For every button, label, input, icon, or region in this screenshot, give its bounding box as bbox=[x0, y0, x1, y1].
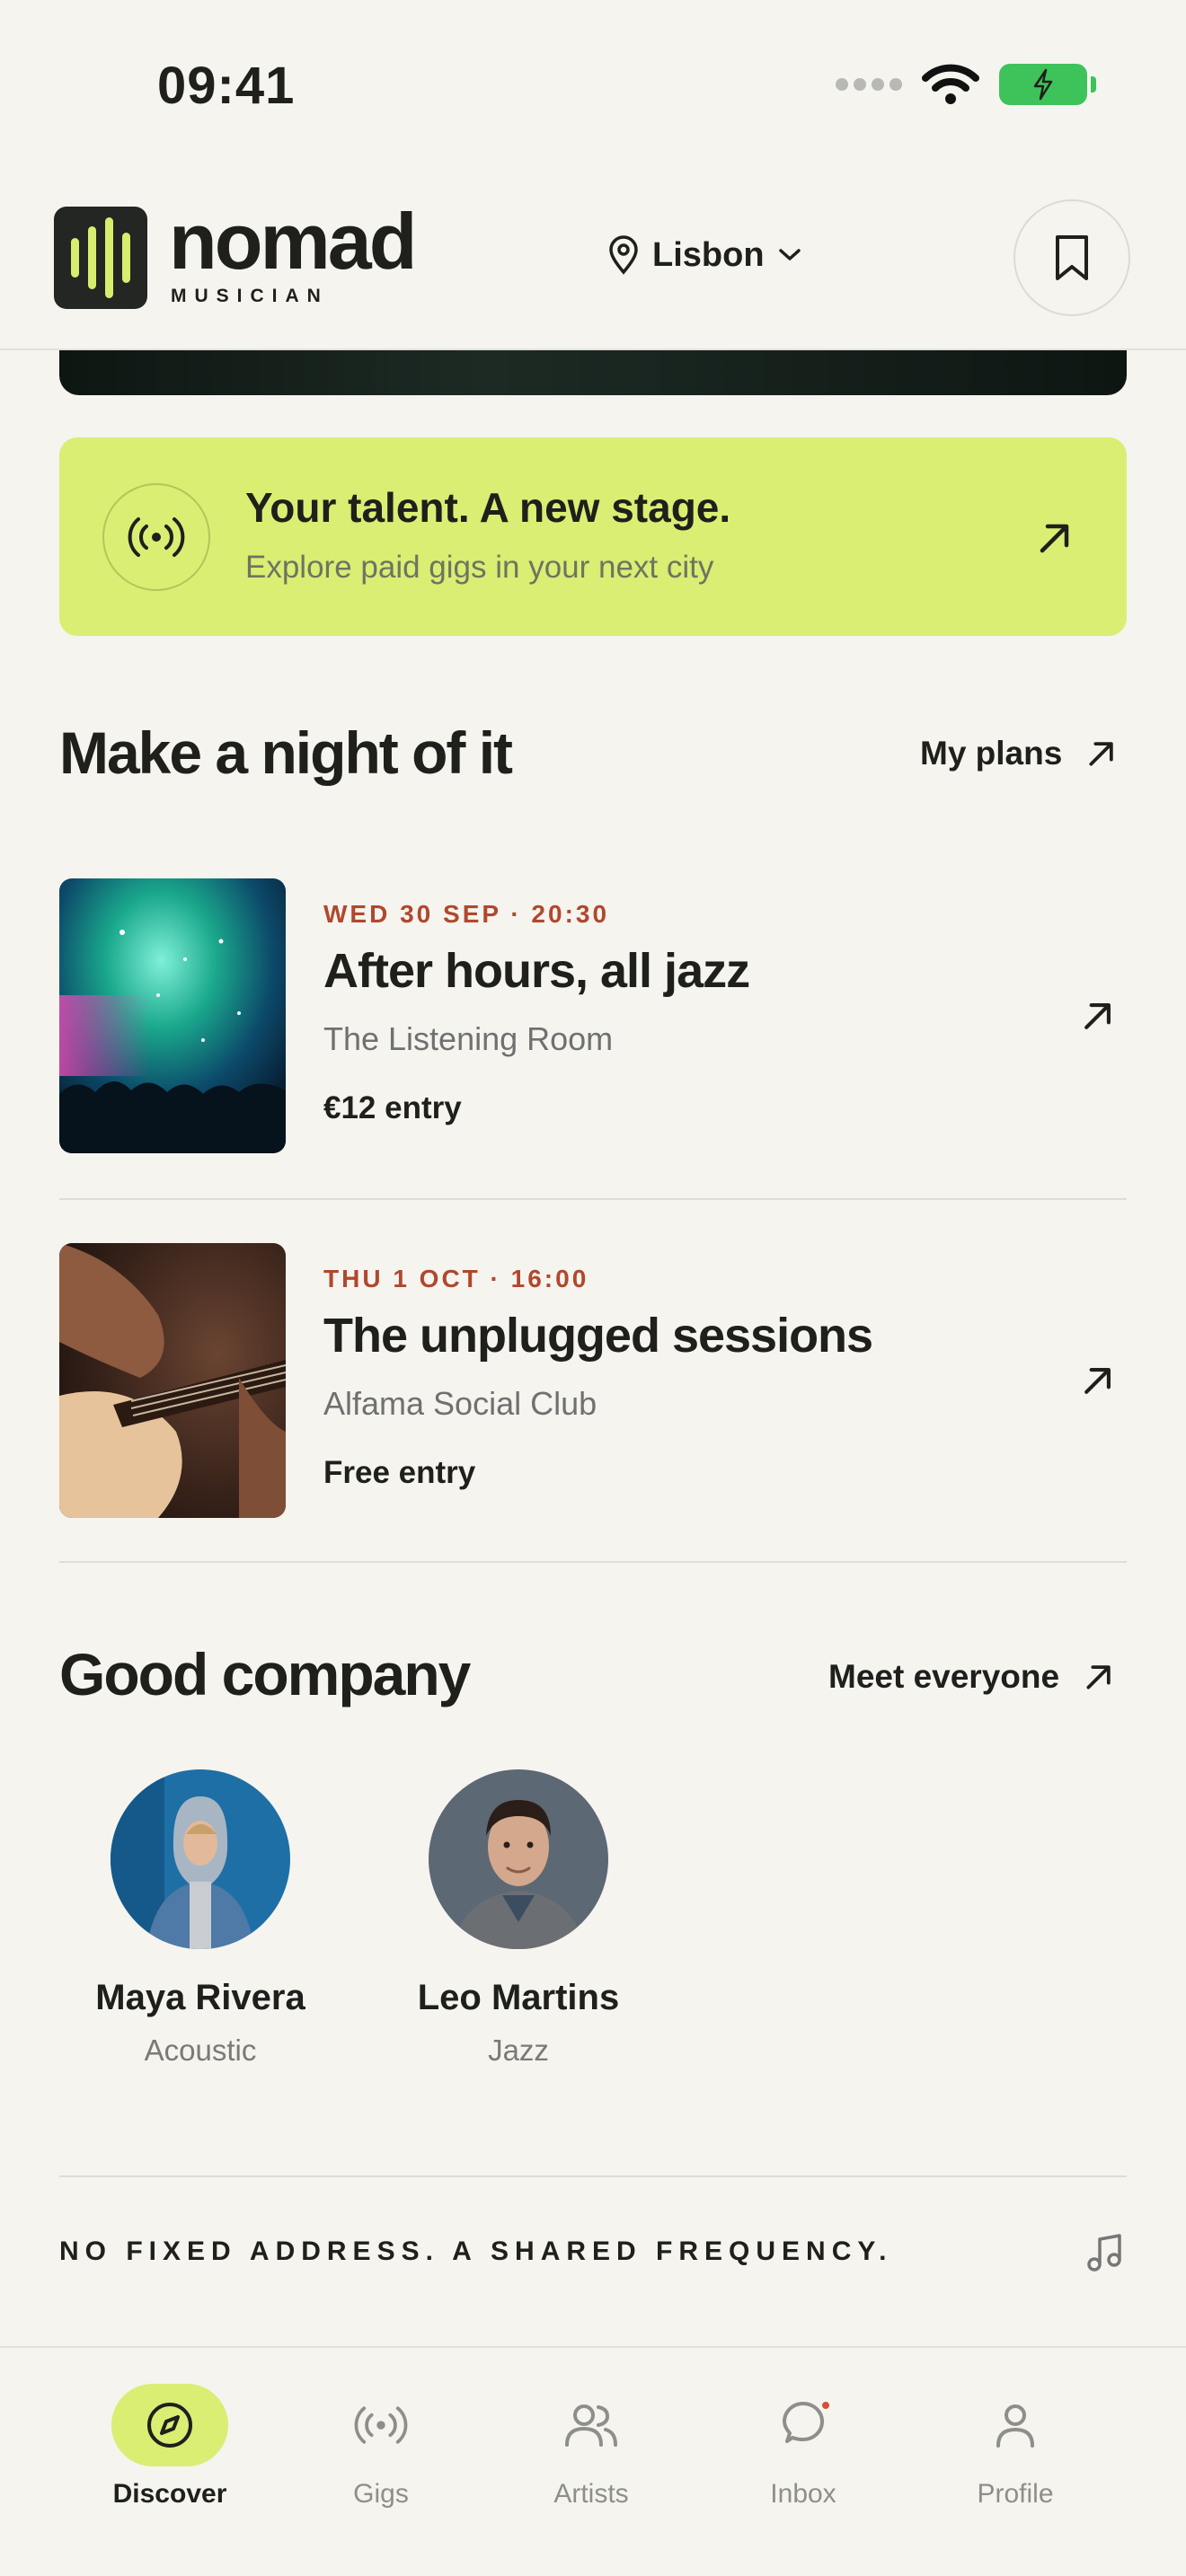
brand-subtitle: MUSICIAN bbox=[171, 286, 329, 306]
arrow-up-right-icon bbox=[1040, 524, 1069, 553]
bottom-nav: Discover Gigs Artists Inbox Profile bbox=[0, 2346, 1186, 2576]
bookmark-button[interactable] bbox=[1013, 199, 1130, 316]
logo-icon bbox=[54, 207, 147, 309]
user-icon bbox=[957, 2384, 1074, 2466]
tagline: NO FIXED ADDRESS. A SHARED FREQUENCY. bbox=[59, 2236, 893, 2266]
event-price: €12 entry bbox=[323, 1090, 462, 1125]
arrow-up-right-icon bbox=[1089, 742, 1114, 766]
status-icons bbox=[836, 63, 1096, 106]
nav-item-inbox[interactable]: Inbox bbox=[713, 2384, 893, 2510]
nav-label: Discover bbox=[112, 2479, 227, 2509]
meet-everyone-label: Meet everyone bbox=[828, 1658, 1060, 1695]
compass-icon bbox=[111, 2384, 228, 2466]
music-note-icon bbox=[1087, 2234, 1121, 2272]
event-card[interactable]: WED 30 SEP · 20:30 After hours, all jazz… bbox=[59, 878, 1127, 1153]
bookmark-icon bbox=[1056, 235, 1088, 280]
promo-banner[interactable] bbox=[59, 437, 1127, 636]
event-image bbox=[59, 1243, 286, 1518]
map-pin-icon bbox=[609, 235, 638, 275]
signal-icon bbox=[836, 78, 902, 91]
broadcast-icon bbox=[102, 483, 210, 591]
users-icon bbox=[533, 2384, 650, 2466]
artist-genre: Acoustic bbox=[144, 2033, 257, 2067]
event-venue: The Listening Room bbox=[323, 1020, 614, 1057]
event-date: THU 1 OCT · 16:00 bbox=[323, 1265, 589, 1292]
artist-card[interactable]: Leo Martins Jazz bbox=[384, 1769, 653, 2075]
notification-badge bbox=[820, 2400, 831, 2411]
nav-label: Gigs bbox=[353, 2479, 409, 2509]
nav-item-artists[interactable]: Artists bbox=[501, 2384, 681, 2510]
chat-icon bbox=[745, 2384, 862, 2466]
promo-title: Your talent. A new stage. bbox=[245, 484, 731, 531]
nav-label: Artists bbox=[553, 2479, 629, 2509]
nav-item-profile[interactable]: Profile bbox=[925, 2384, 1105, 2510]
artist-card[interactable]: Maya Rivera Acoustic bbox=[66, 1769, 335, 2075]
avatar bbox=[111, 1769, 290, 1949]
artist-name: Leo Martins bbox=[417, 1978, 620, 2017]
my-plans-label: My plans bbox=[920, 735, 1063, 772]
arrow-up-right-icon bbox=[1084, 1003, 1111, 1029]
divider bbox=[59, 2175, 1127, 2177]
artist-name: Maya Rivera bbox=[95, 1978, 305, 2017]
divider bbox=[59, 1198, 1127, 1200]
location-label: Lisbon bbox=[652, 235, 765, 274]
battery-icon bbox=[999, 64, 1096, 105]
brand-name: nomad bbox=[169, 197, 417, 286]
event-date: WED 30 SEP · 20:30 bbox=[323, 900, 610, 928]
nav-label: Profile bbox=[977, 2479, 1054, 2509]
nav-item-discover[interactable]: Discover bbox=[80, 2384, 260, 2510]
artist-genre: Jazz bbox=[488, 2033, 549, 2067]
nav-item-gigs[interactable]: Gigs bbox=[291, 2384, 471, 2510]
event-image bbox=[59, 878, 286, 1153]
status-time: 09:41 bbox=[157, 57, 296, 115]
company-section-title: Good company bbox=[59, 1641, 471, 1707]
event-price: Free entry bbox=[323, 1455, 476, 1490]
nav-label: Inbox bbox=[770, 2479, 836, 2509]
event-title: The unplugged sessions bbox=[323, 1309, 873, 1363]
promo-subtitle: Explore paid gigs in your next city bbox=[245, 550, 714, 585]
meet-everyone-link[interactable]: Meet everyone bbox=[828, 1658, 1117, 1696]
event-venue: Alfama Social Club bbox=[323, 1385, 597, 1422]
chevron-down-icon bbox=[778, 249, 801, 260]
avatar bbox=[429, 1769, 608, 1949]
my-plans-link[interactable]: My plans bbox=[920, 735, 1120, 772]
event-title: After hours, all jazz bbox=[323, 944, 750, 998]
location-selector[interactable]: Lisbon bbox=[607, 235, 802, 275]
arrow-up-right-icon bbox=[1086, 1665, 1111, 1689]
hero-image[interactable] bbox=[59, 350, 1127, 395]
divider bbox=[59, 1561, 1127, 1563]
broadcast-icon bbox=[323, 2384, 439, 2466]
wifi-icon bbox=[922, 64, 979, 104]
event-card[interactable]: THU 1 OCT · 16:00 The unplugged sessions… bbox=[59, 1243, 1127, 1518]
plans-section-title: Make a night of it bbox=[59, 719, 513, 786]
arrow-up-right-icon bbox=[1084, 1368, 1111, 1394]
